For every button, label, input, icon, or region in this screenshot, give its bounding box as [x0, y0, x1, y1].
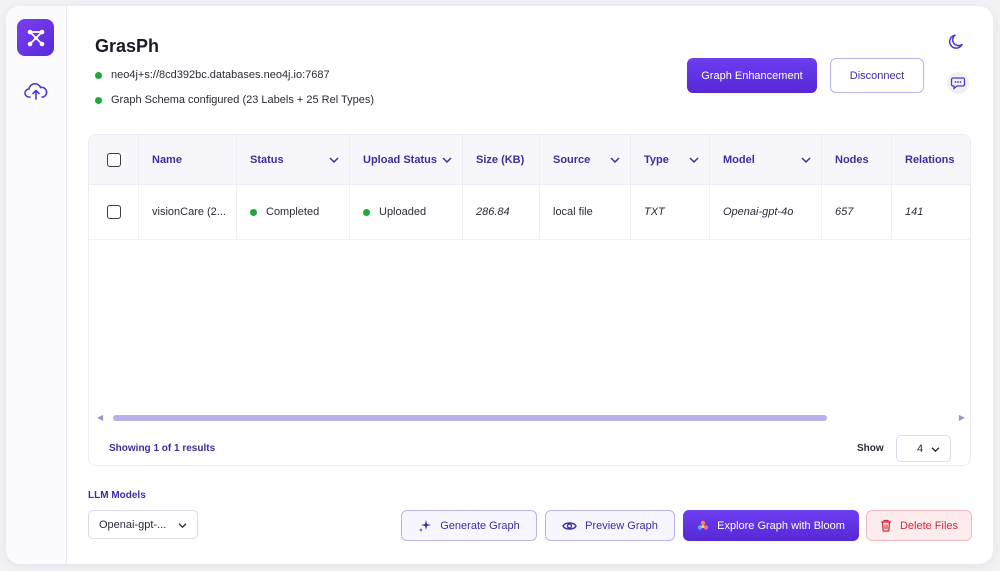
chevron-down-icon [931, 447, 940, 453]
column-header-type[interactable]: Type [631, 135, 710, 184]
sidebar [6, 6, 67, 564]
status-text: Completed [266, 206, 320, 218]
disconnect-button[interactable]: Disconnect [830, 58, 924, 93]
chevron-down-icon [442, 156, 452, 163]
scroll-right-icon[interactable]: ▶ [959, 413, 965, 422]
preview-graph-button[interactable]: Preview Graph [545, 510, 675, 541]
page-size-value: 4 [917, 442, 924, 455]
chat-button[interactable] [947, 72, 969, 94]
cell-model: Openai-gpt-4o [710, 185, 822, 239]
llm-model-select[interactable]: Openai-gpt-... [88, 510, 198, 539]
status-dot [250, 208, 257, 216]
column-header-name[interactable]: Name [139, 135, 237, 184]
status-dot [95, 96, 102, 104]
chat-icon [950, 77, 966, 90]
graph-logo-icon [27, 29, 44, 46]
eye-icon [562, 520, 577, 532]
cell-name[interactable]: visionCare (2... [139, 185, 237, 239]
schema-status: Graph Schema configured (23 Labels + 25 … [95, 94, 374, 106]
column-header-model[interactable]: Model [710, 135, 822, 184]
cell-size: 286.84 [463, 185, 540, 239]
moon-icon [948, 34, 963, 49]
generate-graph-button[interactable]: Generate Graph [401, 510, 537, 541]
scrollbar-thumb[interactable] [113, 415, 827, 421]
column-header-size[interactable]: Size (KB) [463, 135, 540, 184]
show-label: Show [857, 443, 884, 454]
column-header-nodes[interactable]: Nodes [822, 135, 892, 184]
cell-source: local file [540, 185, 631, 239]
column-header-source[interactable]: Source [540, 135, 631, 184]
horizontal-scrollbar[interactable]: ◀ ▶ [97, 412, 965, 422]
status-dot [95, 71, 102, 79]
cell-type: TXT [631, 185, 710, 239]
column-header-upload-status[interactable]: Upload Status [350, 135, 463, 184]
bloom-icon [697, 520, 709, 532]
select-all-cell [89, 135, 139, 184]
cloud-upload-icon [24, 83, 48, 100]
cell-nodes: 657 [822, 185, 892, 239]
upload-button[interactable] [23, 80, 49, 102]
chevron-down-icon [178, 523, 187, 529]
explore-bloom-button[interactable]: Explore Graph with Bloom [683, 510, 859, 541]
column-header-relations[interactable]: Relations [892, 135, 970, 184]
chevron-down-icon [801, 156, 811, 163]
select-all-checkbox[interactable] [107, 152, 121, 167]
sparkle-icon [418, 519, 432, 533]
cell-status: Completed [237, 185, 350, 239]
table-header: Name Status Upload Status Size (KB) Sour… [89, 135, 970, 185]
results-count: Showing 1 of 1 results [109, 443, 216, 454]
llm-models-label: LLM Models [88, 490, 146, 501]
connection-uri: neo4j+s://8cd392bc.databases.neo4j.io:76… [111, 69, 330, 81]
chevron-down-icon [329, 156, 339, 163]
schema-status-text: Graph Schema configured (23 Labels + 25 … [111, 94, 375, 106]
cell-upload-status: Uploaded [350, 185, 463, 239]
cell-relations: 141 [905, 206, 924, 218]
files-table: Name Status Upload Status Size (KB) Sour… [88, 134, 971, 466]
app-window: GrasPh neo4j+s://8cd392bc.databases.neo4… [6, 6, 993, 564]
row-select-cell [89, 185, 139, 239]
row-checkbox[interactable] [107, 205, 121, 219]
app-title: GrasPh [95, 36, 160, 56]
chevron-down-icon [689, 156, 699, 163]
llm-model-value: Openai-gpt-... [99, 518, 167, 531]
column-header-status[interactable]: Status [237, 135, 350, 184]
connection-status: neo4j+s://8cd392bc.databases.neo4j.io:76… [95, 69, 330, 81]
page-size-select[interactable]: 4 [896, 435, 951, 462]
trash-icon [880, 519, 892, 532]
status-dot [363, 208, 370, 216]
graph-enhancement-button[interactable]: Graph Enhancement [687, 58, 817, 93]
delete-files-button[interactable]: Delete Files [866, 510, 972, 541]
chevron-down-icon [610, 156, 620, 163]
graph-logo-button[interactable] [17, 19, 54, 56]
upload-status-text: Uploaded [379, 206, 427, 218]
table-row[interactable]: visionCare (2... Completed Uploaded 286.… [89, 185, 970, 240]
dark-mode-toggle[interactable] [947, 32, 967, 52]
scroll-left-icon[interactable]: ◀ [97, 413, 103, 422]
